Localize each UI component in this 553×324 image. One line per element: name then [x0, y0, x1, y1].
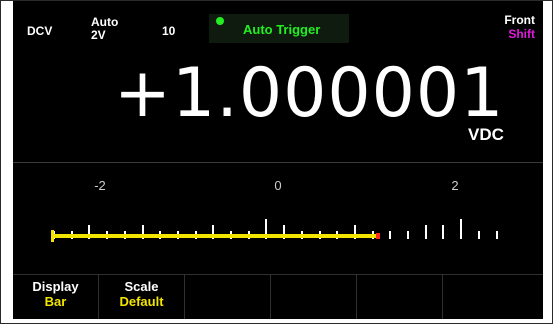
bar-value-marker [376, 233, 380, 239]
softkey-scale-name: Scale [124, 279, 159, 294]
softkey-scale-value: Default [119, 294, 164, 309]
function-label: DCV [27, 24, 53, 38]
bar-tick [460, 219, 462, 239]
sample-count-label: 10 [162, 24, 176, 38]
softkey-bar: Display Bar Scale Default [13, 274, 543, 319]
bar-meter: -2 0 2 [13, 166, 543, 256]
panel-label: Front [504, 13, 535, 27]
softkey-display-value: Bar [44, 294, 67, 309]
softkey-display-name: Display [32, 279, 79, 294]
main-reading: +1.000001 [114, 54, 505, 133]
bar-fill [53, 234, 377, 238]
bar-tick [496, 231, 498, 239]
bar-tick [425, 225, 427, 239]
trigger-label: Auto Trigger [243, 22, 321, 37]
trigger-status: Auto Trigger [209, 14, 349, 43]
divider [13, 162, 543, 163]
status-bar: DCV Auto 2V 10 Auto Trigger Front Shift [13, 1, 543, 51]
reading-unit: VDC [468, 125, 504, 144]
bar-tick [407, 231, 409, 239]
softkey-4[interactable] [271, 275, 357, 319]
softkey-scale[interactable]: Scale Default [99, 275, 185, 319]
softkey-display[interactable]: Display Bar [13, 275, 99, 319]
softkey-5[interactable] [357, 275, 443, 319]
bar-tick [442, 225, 444, 239]
bar-tick [478, 231, 480, 239]
bar-scale-ticks [13, 166, 543, 256]
instrument-screen: DCV Auto 2V 10 Auto Trigger Front Shift … [0, 0, 553, 324]
softkey-3[interactable] [185, 275, 271, 319]
trigger-indicator-icon [216, 17, 224, 25]
multimeter-display: DCV Auto 2V 10 Auto Trigger Front Shift … [13, 1, 543, 319]
range-value-label: 2V [91, 28, 106, 42]
bar-tick [389, 231, 391, 239]
shift-indicator: Shift [508, 27, 535, 41]
softkey-6[interactable] [443, 275, 543, 319]
